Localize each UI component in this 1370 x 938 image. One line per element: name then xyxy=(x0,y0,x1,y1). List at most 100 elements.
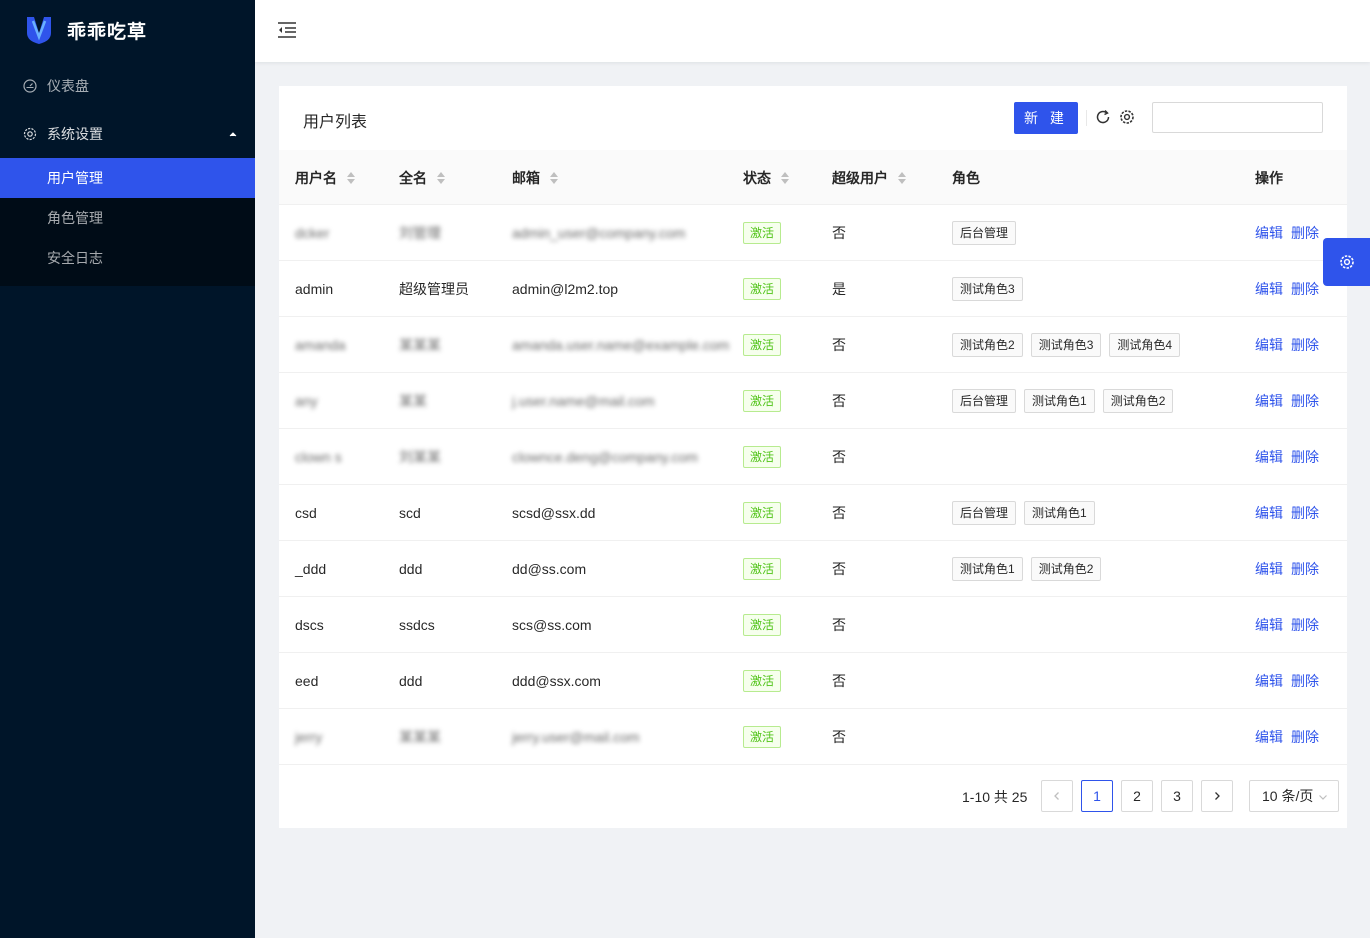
column-label: 全名 xyxy=(399,169,427,186)
sort-icon[interactable] xyxy=(781,171,789,184)
role-tag: 测试角色3 xyxy=(952,277,1023,301)
cell-status: 激活 xyxy=(743,485,782,541)
cell-actions: 编辑 删除 xyxy=(1255,429,1327,485)
column-superuser[interactable]: 超级用户 xyxy=(832,150,906,205)
delete-link[interactable]: 删除 xyxy=(1291,671,1319,691)
toolbar-divider xyxy=(1086,110,1087,126)
edit-link[interactable]: 编辑 xyxy=(1255,391,1283,411)
search-input[interactable] xyxy=(1152,102,1323,133)
user-list-card: 用户列表 新 建 用户名 全名 邮箱 状态 超级用户 角色 操作 dcker 刘… xyxy=(279,86,1347,828)
sort-icon[interactable] xyxy=(550,171,558,184)
edit-link[interactable]: 编辑 xyxy=(1255,279,1283,299)
prev-page-button[interactable] xyxy=(1041,780,1073,812)
column-label: 用户名 xyxy=(295,169,337,186)
sidebar-item-system-settings[interactable]: 系统设置 xyxy=(0,110,255,158)
sort-icon[interactable] xyxy=(347,171,355,184)
sidebar-item-role-management[interactable]: 角色管理 xyxy=(0,198,255,238)
delete-link[interactable]: 删除 xyxy=(1291,727,1319,747)
delete-link[interactable]: 删除 xyxy=(1291,559,1319,579)
cell-status: 激活 xyxy=(743,541,782,597)
table-row: _ddd ddd dd@ss.com 激活 否 测试角色1 测试角色2 编辑 删除 xyxy=(279,541,1347,597)
role-tag: 测试角色2 xyxy=(1030,557,1102,581)
table-row: amanda 某某某 amanda.user.name@example.com 激活 否… xyxy=(279,317,1347,373)
chevron-down-icon xyxy=(1319,795,1327,800)
status-badge: 激活 xyxy=(743,502,782,524)
status-badge: 激活 xyxy=(743,278,782,300)
status-badge: 激活 xyxy=(743,670,782,692)
sidebar-item-label: 仪表盘 xyxy=(47,78,89,94)
reload-icon[interactable] xyxy=(1095,109,1111,125)
table-row: clown s 刘某某 clownce.deng@company.com 激活 否 编辑删… xyxy=(279,429,1347,485)
delete-link[interactable]: 删除 xyxy=(1291,223,1319,243)
sidebar: 乖乖吃草 仪表盘 系统设置 用户管理 角色管理 安全日志 xyxy=(0,0,255,938)
column-username[interactable]: 用户名 xyxy=(295,150,355,205)
dashboard-icon xyxy=(23,79,37,93)
header xyxy=(255,0,1370,62)
cell-actions: 编辑 删除 xyxy=(1255,373,1327,429)
role-tag: 测试角色3 xyxy=(1030,333,1102,357)
delete-link[interactable]: 删除 xyxy=(1291,335,1319,355)
role-tag: 后台管理 xyxy=(952,221,1017,245)
cell-email: jerry.user@mail.com xyxy=(512,729,640,745)
edit-link[interactable]: 编辑 xyxy=(1255,447,1283,467)
edit-link[interactable]: 编辑 xyxy=(1255,671,1283,691)
sidebar-item-security-log[interactable]: 安全日志 xyxy=(0,238,255,286)
cell-superuser: 否 xyxy=(832,561,846,577)
edit-link[interactable]: 编辑 xyxy=(1255,503,1283,523)
edit-link[interactable]: 编辑 xyxy=(1255,335,1283,355)
cell-superuser: 否 xyxy=(832,225,846,241)
setting-icon[interactable] xyxy=(1119,109,1135,125)
delete-link[interactable]: 删除 xyxy=(1291,391,1319,411)
cell-superuser: 否 xyxy=(832,673,846,689)
table-body: dcker 刘管理 admin_user@company.com 激活否后台管理 编辑删… xyxy=(279,205,1347,765)
sort-icon[interactable] xyxy=(437,171,445,184)
edit-link[interactable]: 编辑 xyxy=(1255,223,1283,243)
page-2-button[interactable]: 2 xyxy=(1121,780,1153,812)
status-badge: 激活 xyxy=(743,390,782,412)
floating-settings-button[interactable] xyxy=(1323,238,1370,286)
table-row: csd scd scsd@ssx.dd 激活 否 后台管理 测试角色1 编辑 删除 xyxy=(279,485,1347,541)
cell-fullname: 某某 xyxy=(399,393,427,409)
new-button[interactable]: 新 建 xyxy=(1014,102,1078,134)
column-status[interactable]: 状态 xyxy=(743,150,789,205)
column-fullname[interactable]: 全名 xyxy=(399,150,445,205)
edit-link[interactable]: 编辑 xyxy=(1255,727,1283,747)
table-header: 用户名 全名 邮箱 状态 超级用户 角色 操作 xyxy=(279,150,1347,205)
column-email[interactable]: 邮箱 xyxy=(512,150,558,205)
sort-icon[interactable] xyxy=(898,171,906,184)
sidebar-item-dashboard[interactable]: 仪表盘 xyxy=(0,62,255,110)
page-1-button[interactable]: 1 xyxy=(1081,780,1113,812)
logo[interactable]: 乖乖吃草 xyxy=(0,0,255,60)
delete-link[interactable]: 删除 xyxy=(1291,503,1319,523)
cell-username: eed xyxy=(295,673,319,689)
role-tag: 测试角色2 xyxy=(952,333,1023,357)
cell-email: scsd@ssx.dd xyxy=(512,505,596,521)
cell-superuser: 否 xyxy=(832,617,846,633)
status-badge: 激活 xyxy=(743,222,782,244)
cell-status: 激活 xyxy=(743,261,782,317)
role-tag: 后台管理 xyxy=(952,501,1017,525)
sidebar-item-user-management[interactable]: 用户管理 xyxy=(0,158,255,198)
cell-actions: 编辑 删除 xyxy=(1255,205,1327,261)
chevron-up-icon xyxy=(229,132,237,137)
table-row: admin 超级管理员 admin@l2m2.top 激活 是 测试角色3 编辑 删除 xyxy=(279,261,1347,317)
cell-username: any xyxy=(295,393,318,409)
edit-link[interactable]: 编辑 xyxy=(1255,559,1283,579)
edit-link[interactable]: 编辑 xyxy=(1255,615,1283,635)
pagination: 1-10 共 25 1 2 3 10 条/页 xyxy=(279,780,1347,812)
menu-fold-icon[interactable] xyxy=(277,21,297,39)
table-row: dcker 刘管理 admin_user@company.com 激活 否 后台管理 编辑删… xyxy=(279,205,1347,261)
role-tag: 测试角色2 xyxy=(1102,389,1174,413)
role-tag: 测试角色1 xyxy=(952,557,1023,581)
delete-link[interactable]: 删除 xyxy=(1291,279,1319,299)
page-3-button[interactable]: 3 xyxy=(1161,780,1193,812)
page-size-value: 10 条/页 xyxy=(1262,788,1314,804)
delete-link[interactable]: 删除 xyxy=(1291,615,1319,635)
cell-fullname: 超级管理员 xyxy=(399,281,469,297)
role-tag: 后台管理 xyxy=(952,389,1017,413)
page-size-select[interactable]: 10 条/页 xyxy=(1249,780,1339,812)
cell-email: clownce.deng@company.com xyxy=(512,449,698,465)
cell-status: 激活 xyxy=(743,429,782,485)
delete-link[interactable]: 删除 xyxy=(1291,447,1319,467)
next-page-button[interactable] xyxy=(1201,780,1233,812)
